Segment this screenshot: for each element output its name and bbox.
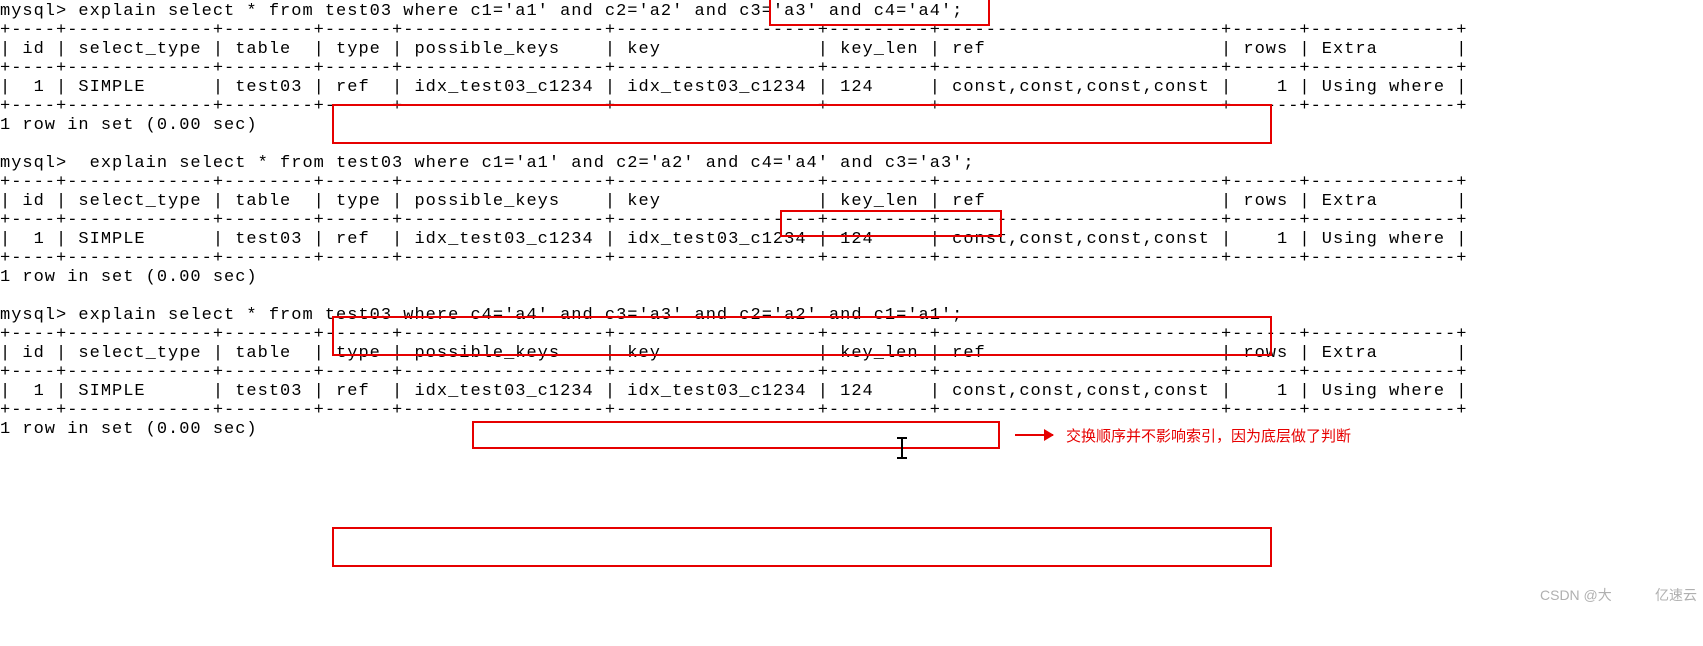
table-separator: +----+-------------+--------+------+----… <box>0 21 1467 40</box>
terminal-output: mysql> explain select * from test03 wher… <box>0 2 1703 439</box>
table-row: | 1 | SIMPLE | test03 | ref | idx_test03… <box>0 230 1467 249</box>
table-separator: +----+-------------+--------+------+----… <box>0 59 1467 78</box>
table-header: | id | select_type | table | type | poss… <box>0 344 1467 363</box>
table-separator: +----+-------------+--------+------+----… <box>0 325 1467 344</box>
table-separator: +----+-------------+--------+------+----… <box>0 401 1467 420</box>
table-separator: +----+-------------+--------+------+----… <box>0 363 1467 382</box>
result-footer: 1 row in set (0.00 sec) <box>0 268 258 287</box>
table-separator: +----+-------------+--------+------+----… <box>0 97 1467 116</box>
table-separator: +----+-------------+--------+------+----… <box>0 173 1467 192</box>
table-row: | 1 | SIMPLE | test03 | ref | idx_test03… <box>0 78 1467 97</box>
query-line-3: mysql> explain select * from test03 wher… <box>0 306 963 325</box>
table-header: | id | select_type | table | type | poss… <box>0 192 1467 211</box>
query-line-1: mysql> explain select * from test03 wher… <box>0 2 963 21</box>
result-footer: 1 row in set (0.00 sec) <box>0 420 258 439</box>
table-header: | id | select_type | table | type | poss… <box>0 40 1467 59</box>
watermark-csdn: CSDN @大 <box>1540 585 1612 605</box>
annotation-text: 交换顺序并不影响索引，因为底层做了判断 <box>1066 425 1351 446</box>
query-line-2: mysql> explain select * from test03 wher… <box>0 154 975 173</box>
watermark-yisu: 亿速云 <box>1655 585 1697 605</box>
text-cursor-icon <box>901 438 903 458</box>
table-separator: +----+-------------+--------+------+----… <box>0 249 1467 268</box>
highlight-box <box>332 527 1272 567</box>
table-separator: +----+-------------+--------+------+----… <box>0 211 1467 230</box>
result-footer: 1 row in set (0.00 sec) <box>0 116 258 135</box>
table-row: | 1 | SIMPLE | test03 | ref | idx_test03… <box>0 382 1467 401</box>
